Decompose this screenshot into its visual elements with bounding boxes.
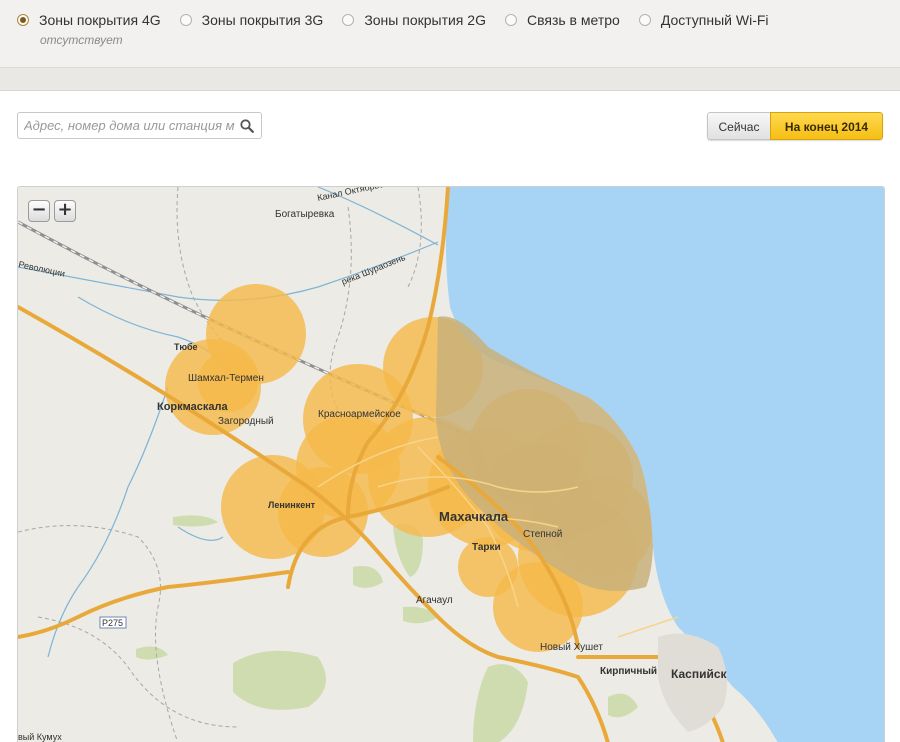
radio-2g[interactable] — [342, 14, 355, 26]
label-kirpichny: Кирпичный — [600, 666, 657, 677]
tab-wifi[interactable]: Доступный Wi-Fi — [638, 12, 769, 28]
subbar — [0, 68, 900, 91]
tab-metro[interactable]: Связь в метро — [504, 12, 620, 28]
label-makhachkala: Махачкала — [439, 509, 509, 524]
map-canvas[interactable]: Богатыревка Канал Октябрьский река Шурао… — [18, 187, 885, 742]
label-zagorodny: Загородный — [218, 416, 274, 427]
tab-metro-label: Связь в метро — [526, 12, 620, 28]
zoom-out-button[interactable]: − — [28, 200, 50, 222]
end-2014-button[interactable]: На конец 2014 г — [770, 112, 883, 140]
radio-3g[interactable] — [179, 14, 192, 26]
tab-4g[interactable]: Зоны покрытия 4G — [17, 12, 161, 28]
search-input[interactable] — [18, 113, 236, 138]
radio-4g[interactable] — [17, 14, 29, 26]
road-badge-label: Р275 — [102, 618, 123, 628]
tab-wifi-label: Доступный Wi-Fi — [660, 12, 769, 28]
road-badge: Р275 — [99, 616, 127, 629]
radio-wifi[interactable] — [638, 14, 651, 26]
period-switch: Сейчас На конец 2014 г — [707, 112, 883, 140]
label-kaspiysk: Каспийск — [671, 667, 727, 681]
label-korkmaskala: Коркмаскала — [157, 401, 228, 413]
zoom-in-button[interactable]: + — [54, 200, 76, 222]
label-novy-kumukh: вый Кумух — [18, 732, 62, 742]
label-bogatyrevka: Богатыревка — [275, 209, 335, 220]
tab-3g-label: Зоны покрытия 3G — [201, 12, 324, 28]
search-box — [17, 112, 262, 139]
tab-3g[interactable]: Зоны покрытия 3G — [179, 12, 324, 28]
label-tarki: Тарки — [472, 542, 501, 553]
radio-metro[interactable] — [504, 14, 517, 26]
now-button[interactable]: Сейчас — [707, 112, 770, 140]
label-agachaul: Агачаул — [416, 595, 453, 606]
label-leninkent: Ленинкент — [268, 500, 316, 510]
label-shamkhal: Шамхал-Термен — [188, 373, 264, 384]
coverage-type-bar: Зоны покрытия 4G Зоны покрытия 3G Зоны п… — [0, 0, 900, 68]
tab-4g-label: Зоны покрытия 4G — [39, 12, 161, 28]
search-icon[interactable] — [240, 119, 254, 133]
label-tyube: Тюбе — [174, 342, 198, 352]
coverage-tabs: Зоны покрытия 4G Зоны покрытия 3G Зоны п… — [17, 12, 788, 28]
status-note: отсутствует — [40, 33, 123, 47]
tab-2g[interactable]: Зоны покрытия 2G — [342, 12, 486, 28]
label-stepnoy: Степной — [523, 529, 562, 540]
coverage-map[interactable]: Богатыревка Канал Октябрьский река Шурао… — [17, 186, 885, 742]
label-novy-khushet: Новый Хушет — [540, 642, 603, 653]
tab-2g-label: Зоны покрытия 2G — [364, 12, 486, 28]
label-krasnoarmeyskoe: Красноармейское — [318, 409, 401, 420]
